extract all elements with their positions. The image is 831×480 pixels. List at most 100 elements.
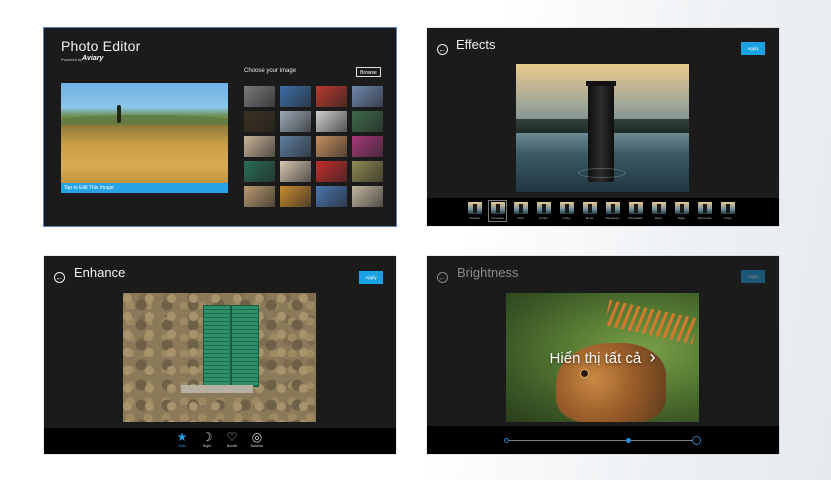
slider-value-handle[interactable] <box>626 438 631 443</box>
balance-icon: ◎ <box>251 430 263 444</box>
effect-thumbnail[interactable]: Lifestyle <box>467 202 482 220</box>
back-arrow-icon[interactable]: ← <box>54 272 65 283</box>
effect-swatch <box>582 202 597 214</box>
preview-image <box>123 293 316 422</box>
panel-title: Effects <box>456 37 496 52</box>
image-thumbnail[interactable] <box>316 86 347 107</box>
enhance-tool-balance[interactable]: ◎ Balance <box>246 430 268 449</box>
image-thumbnail[interactable] <box>244 111 275 132</box>
brightness-panel: ← Brightness Apply Hiển thị tất cả › <box>427 256 779 454</box>
enhance-tool-night[interactable]: ☽ Night <box>196 430 218 449</box>
effect-swatch <box>651 202 666 214</box>
effect-swatch <box>697 202 712 214</box>
image-thumbnail[interactable] <box>244 186 275 207</box>
photo-editor-panel: Photo Editor Powered by Aviary Tap to Ed… <box>43 27 397 227</box>
image-thumbnail[interactable] <box>280 186 311 207</box>
tool-label: Backlit <box>226 444 238 448</box>
apply-button[interactable]: Apply <box>359 271 383 284</box>
enhance-tool-backlit[interactable]: ♡ Backlit <box>221 430 243 449</box>
effect-thumbnail[interactable]: Amaro <box>536 202 551 220</box>
image-thumbnail[interactable] <box>316 161 347 182</box>
image-thumbnail[interactable] <box>316 186 347 207</box>
tool-label: Balance <box>250 444 264 448</box>
enhance-tool-auto[interactable]: ★ Auto <box>171 430 193 449</box>
image-hill <box>61 115 228 125</box>
effect-thumbnail[interactable]: Sage <box>674 202 689 220</box>
effect-label: Nostalgia <box>491 216 504 220</box>
image-iguana-eye <box>580 369 589 378</box>
powered-by-text: Powered by <box>61 57 83 62</box>
image-thumbnail[interactable] <box>352 136 383 157</box>
image-window-sill <box>181 385 253 393</box>
effect-thumbnail[interactable]: Mood <box>582 202 597 220</box>
effect-label: Retro <box>654 216 663 220</box>
effects-panel: ← Effects Apply Lifestyle Nostalgia Vivid A… <box>427 28 779 226</box>
image-thumbnail[interactable] <box>316 111 347 132</box>
image-tree <box>117 105 121 123</box>
image-thumbnail[interactable] <box>352 161 383 182</box>
tool-label: Auto <box>178 444 186 448</box>
back-arrow-icon[interactable]: ← <box>437 44 448 55</box>
edit-image-caption[interactable]: Tap to Edit This Image <box>61 183 228 193</box>
bulb-icon: ♡ <box>226 430 238 444</box>
image-iguana-crest <box>604 299 698 345</box>
app-title: Photo Editor <box>61 38 141 54</box>
effect-thumbnail[interactable]: Daydream <box>605 202 620 220</box>
panel-title: Brightness <box>457 265 519 280</box>
effect-label: Boardwalk <box>628 216 643 220</box>
back-arrow-icon[interactable]: ← <box>437 272 448 283</box>
show-all-link[interactable]: Hiển thị tất cả › <box>506 347 699 368</box>
image-thumbnail[interactable] <box>244 86 275 107</box>
brightness-slider-track[interactable] <box>506 440 692 441</box>
effect-label: Cross <box>723 216 732 220</box>
image-thumbnail[interactable] <box>244 136 275 157</box>
effect-thumbnail[interactable]: Retro <box>651 202 666 220</box>
image-post-cap <box>586 81 616 86</box>
effect-label: Amaro <box>539 216 548 220</box>
image-water-ring <box>578 168 626 178</box>
effect-label: Mood <box>585 216 594 220</box>
image-thumbnail[interactable] <box>280 161 311 182</box>
effect-swatch <box>536 202 551 214</box>
image-thumbnail[interactable] <box>352 186 383 207</box>
effect-swatch <box>720 202 735 214</box>
image-thumbnail[interactable] <box>352 86 383 107</box>
image-thumbnail[interactable] <box>352 111 383 132</box>
moon-icon: ☽ <box>201 430 213 444</box>
effect-thumbnail[interactable]: Nostalgia <box>488 200 507 222</box>
effect-thumbnail[interactable]: Cross <box>720 202 735 220</box>
slider-max-handle[interactable] <box>692 436 701 445</box>
image-right-shutter <box>231 305 259 387</box>
slider-min-handle[interactable] <box>504 438 509 443</box>
effect-label: Sage <box>677 216 685 220</box>
effect-label: Daydream <box>605 216 620 220</box>
effect-swatch <box>674 202 689 214</box>
effect-swatch <box>490 202 505 214</box>
panel-title: Enhance <box>74 265 126 280</box>
preview-image: Hiển thị tất cả › <box>506 293 699 422</box>
effect-label: Lucky <box>562 216 571 220</box>
image-thumbnail[interactable] <box>280 111 311 132</box>
effect-swatch <box>628 202 643 214</box>
effect-swatch <box>467 202 482 214</box>
effect-thumbnail[interactable]: Boardwalk <box>628 202 643 220</box>
image-thumbnail[interactable] <box>280 86 311 107</box>
star-icon: ★ <box>176 430 188 444</box>
effect-swatch <box>605 202 620 214</box>
effect-label: Vivid <box>517 216 524 220</box>
image-thumbnail[interactable] <box>280 136 311 157</box>
apply-button[interactable]: Apply <box>741 270 765 283</box>
effect-thumbnail[interactable]: Lucky <box>559 202 574 220</box>
image-thumbnail[interactable] <box>244 161 275 182</box>
effect-thumbnail[interactable]: Vivid <box>513 202 528 220</box>
chevron-right-icon: › <box>649 347 656 367</box>
apply-button[interactable]: Apply <box>741 42 765 55</box>
brand-logo: Aviary <box>82 55 104 62</box>
effect-label: Metropolis <box>697 216 712 220</box>
choose-image-label: Choose your image <box>244 68 297 74</box>
effect-thumbnail[interactable]: Metropolis <box>697 202 712 220</box>
browse-button[interactable]: Browse <box>356 67 381 77</box>
tool-label: Night <box>202 444 212 448</box>
image-thumbnail[interactable] <box>316 136 347 157</box>
featured-image[interactable] <box>61 83 228 193</box>
